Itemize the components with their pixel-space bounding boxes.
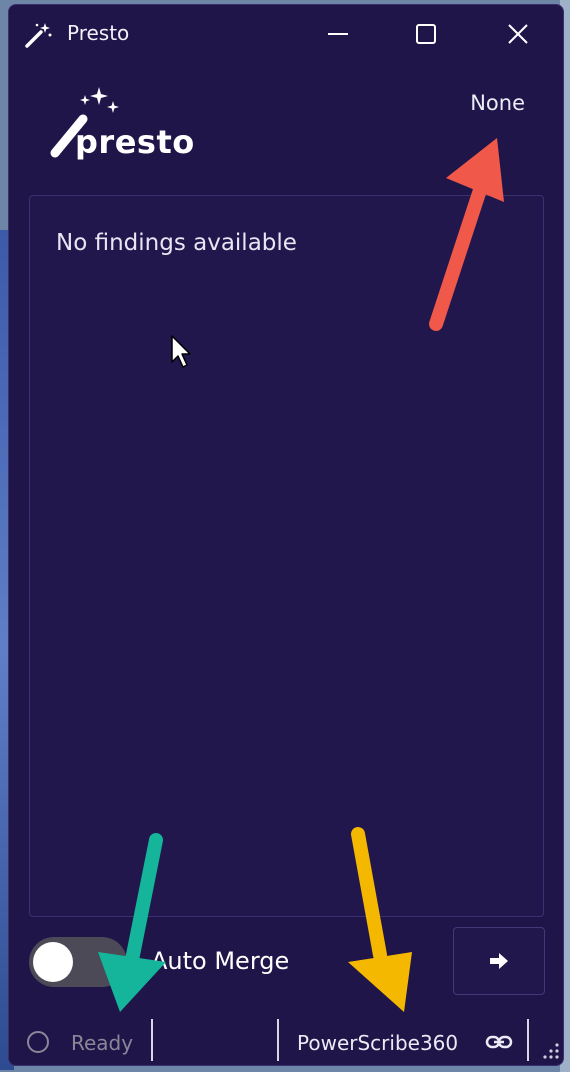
close-button[interactable] [473, 5, 563, 63]
auto-merge-label: Auto Merge [151, 947, 290, 975]
app-window: Presto presto None No findings available [8, 4, 564, 1066]
findings-empty-message: No findings available [56, 230, 297, 256]
mouse-cursor-icon [171, 335, 191, 368]
title-bar[interactable]: Presto [9, 5, 563, 63]
status-divider [151, 1019, 153, 1061]
auto-merge-toggle[interactable] [29, 937, 127, 987]
integration-name: PowerScribe360 [297, 1031, 459, 1055]
status-text: Ready [71, 1031, 134, 1055]
arrow-right-icon [490, 953, 508, 969]
window-title: Presto [67, 21, 130, 45]
minimize-icon [328, 33, 348, 35]
status-indicator-icon [27, 1031, 49, 1053]
minimize-button[interactable] [293, 5, 383, 63]
status-divider [277, 1019, 279, 1061]
logo-text: presto [75, 123, 195, 161]
status-divider [527, 1019, 529, 1061]
magic-wand-icon [25, 23, 52, 48]
findings-panel: No findings available [29, 195, 544, 917]
toggle-knob [33, 942, 73, 982]
link-icon[interactable] [485, 1031, 513, 1053]
maximize-button[interactable] [381, 5, 471, 63]
resize-grip-icon[interactable] [541, 1041, 561, 1061]
send-button[interactable] [453, 927, 545, 995]
selection-value[interactable]: None [470, 91, 525, 115]
maximize-icon [416, 24, 436, 44]
close-icon [508, 24, 528, 44]
